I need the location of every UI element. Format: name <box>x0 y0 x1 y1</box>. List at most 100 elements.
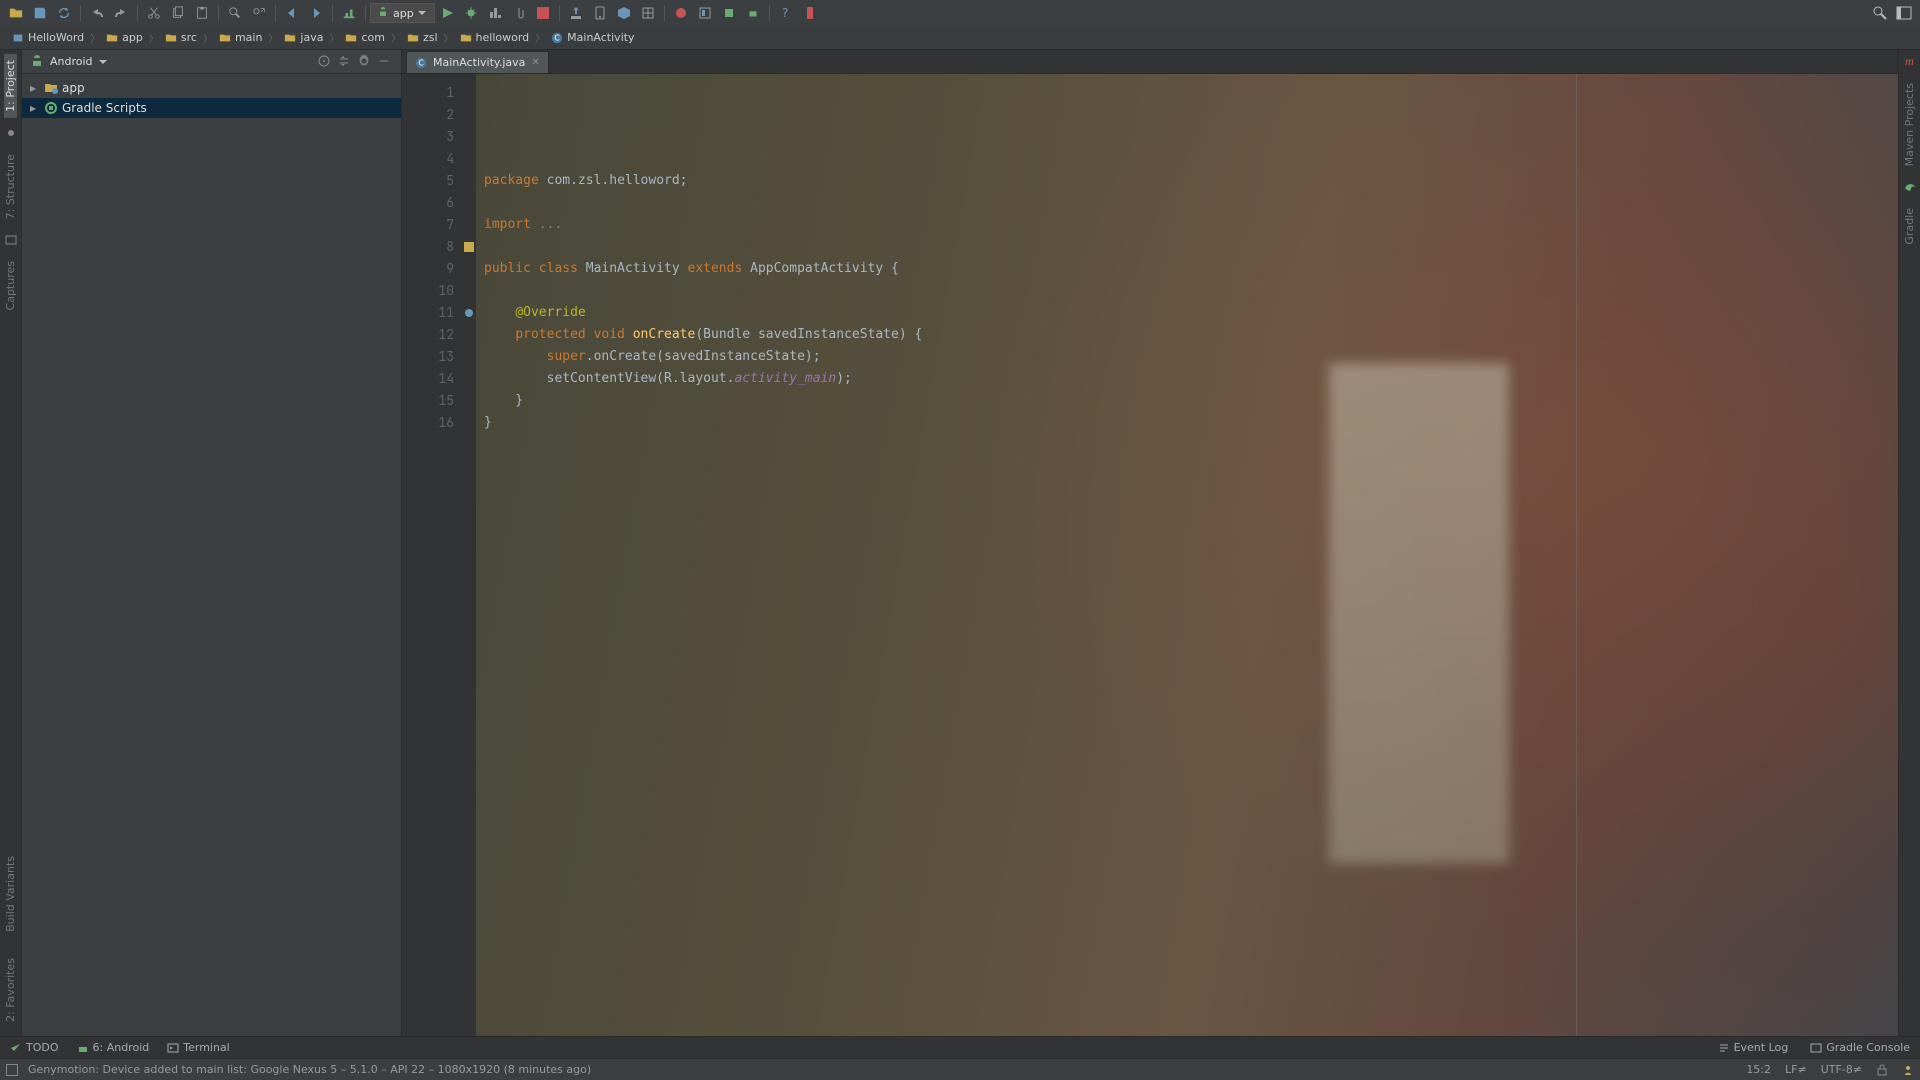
tool-captures-tab[interactable]: Captures <box>4 255 17 316</box>
bottom-tool-bar: TODO 6: Android Terminal Event Log Gradl… <box>0 1036 1920 1058</box>
breadcrumb-item[interactable]: com <box>339 31 391 44</box>
lock-icon[interactable] <box>1876 1064 1888 1076</box>
back-icon[interactable] <box>282 3 302 23</box>
find-icon[interactable] <box>225 3 245 23</box>
editor-area: C MainActivity.java ✕ 123456789101112131… <box>402 50 1898 1036</box>
breadcrumb-item[interactable]: app <box>100 31 149 44</box>
breadcrumb-item[interactable]: src <box>159 31 203 44</box>
attach-icon[interactable] <box>509 3 529 23</box>
project-panel-header: Android <box>22 50 401 74</box>
run-icon[interactable] <box>437 3 457 23</box>
layout-icon[interactable] <box>695 3 715 23</box>
gradleconsole-icon <box>1810 1042 1822 1054</box>
run-config-combo[interactable]: app <box>370 3 435 23</box>
tool-buildvariants-tab[interactable]: Build Variants <box>4 850 17 938</box>
search-everywhere-icon[interactable] <box>1870 3 1890 23</box>
breadcrumb-item[interactable]: CMainActivity <box>545 31 640 44</box>
copy-icon[interactable] <box>168 3 188 23</box>
sync-icon[interactable] <box>54 3 74 23</box>
editor-gutter-marks <box>462 74 476 1036</box>
todo-icon <box>10 1042 22 1054</box>
run-config-label: app <box>393 7 414 20</box>
debug-icon[interactable] <box>461 3 481 23</box>
tool-project-tab[interactable]: 1: Project <box>4 54 17 118</box>
open-icon[interactable] <box>6 3 26 23</box>
structure-decor-icon <box>4 126 18 140</box>
project-tree[interactable]: ▸app▸Gradle Scripts <box>22 74 401 1036</box>
line-number: 16 <box>402 412 454 434</box>
panel-toggle-icon[interactable] <box>1894 3 1914 23</box>
breadcrumb-item[interactable]: zsl <box>401 31 444 44</box>
editor-tab-label: MainActivity.java <box>433 56 525 69</box>
line-number: 15 <box>402 390 454 412</box>
save-icon[interactable] <box>30 3 50 23</box>
line-number: 8 <box>402 236 454 258</box>
tool-structure-tab[interactable]: 7: Structure <box>4 148 17 225</box>
device-icon[interactable] <box>800 3 820 23</box>
breadcrumb-item[interactable]: helloword <box>454 31 536 44</box>
help-icon[interactable]: ? <box>776 3 796 23</box>
tool-todo-tab[interactable]: TODO <box>6 1041 63 1054</box>
java-class-icon: C <box>415 57 427 69</box>
ddm-icon[interactable] <box>638 3 658 23</box>
cut-icon[interactable] <box>144 3 164 23</box>
collapse-all-icon[interactable] <box>337 54 353 70</box>
tool-eventlog-tab[interactable]: Event Log <box>1714 1041 1793 1054</box>
stop-icon[interactable] <box>533 3 553 23</box>
forward-icon[interactable] <box>306 3 326 23</box>
line-number: 5 <box>402 170 454 192</box>
close-icon[interactable]: ✕ <box>531 57 539 68</box>
tool-gradle-tab[interactable]: Gradle <box>1903 202 1916 251</box>
file-encoding[interactable]: UTF-8≠ <box>1821 1063 1862 1076</box>
scroll-to-source-icon[interactable] <box>317 54 333 70</box>
code-editor[interactable]: 12345678910111213141516 package com.zsl.… <box>402 74 1898 1036</box>
redo-icon[interactable] <box>111 3 131 23</box>
breadcrumb-bar: HelloWord〉app〉src〉main〉java〉com〉zsl〉hell… <box>0 26 1920 50</box>
caret-position[interactable]: 15:2 <box>1746 1063 1771 1076</box>
disclosure-icon[interactable]: ▸ <box>30 101 40 115</box>
line-number: 6 <box>402 192 454 214</box>
line-number: 2 <box>402 104 454 126</box>
hector-icon[interactable] <box>1902 1064 1914 1076</box>
svg-text:C: C <box>555 33 560 42</box>
sdk-icon[interactable] <box>614 3 634 23</box>
class-gutter-icon <box>463 241 475 253</box>
line-separator[interactable]: LF≠ <box>1785 1063 1807 1076</box>
sync-gradle-icon[interactable] <box>566 3 586 23</box>
theme-icon[interactable] <box>719 3 739 23</box>
status-toggle-icon[interactable] <box>6 1064 18 1076</box>
hide-icon[interactable] <box>377 54 393 70</box>
build-icon[interactable] <box>339 3 359 23</box>
project-panel: Android ▸app▸Gradle Scripts <box>22 50 402 1036</box>
tool-gradleconsole-tab[interactable]: Gradle Console <box>1806 1041 1914 1054</box>
breadcrumb-item[interactable]: java <box>278 31 329 44</box>
avd-icon[interactable] <box>590 3 610 23</box>
android-icon <box>377 7 389 19</box>
paste-icon[interactable] <box>192 3 212 23</box>
line-number: 10 <box>402 280 454 302</box>
android-icon <box>30 55 44 69</box>
tool-terminal-tab[interactable]: Terminal <box>163 1041 234 1054</box>
terminal-icon <box>167 1042 179 1054</box>
editor-tab[interactable]: C MainActivity.java ✕ <box>406 51 549 73</box>
breadcrumb-item[interactable]: HelloWord <box>6 31 90 44</box>
profile-icon[interactable] <box>485 3 505 23</box>
line-number: 13 <box>402 346 454 368</box>
disclosure-icon[interactable]: ▸ <box>30 81 40 95</box>
undo-icon[interactable] <box>87 3 107 23</box>
breadcrumb-item[interactable]: main <box>213 31 268 44</box>
genymotion-icon[interactable] <box>671 3 691 23</box>
adb-icon[interactable] <box>743 3 763 23</box>
tool-maven-tab[interactable]: Maven Projects <box>1903 77 1916 172</box>
gear-icon[interactable] <box>357 54 373 70</box>
project-mode-label[interactable]: Android <box>50 55 93 68</box>
tree-item[interactable]: ▸Gradle Scripts <box>22 98 401 118</box>
line-number: 9 <box>402 258 454 280</box>
tree-item[interactable]: ▸app <box>22 78 401 98</box>
replace-icon[interactable] <box>249 3 269 23</box>
tool-favorites-tab[interactable]: 2: Favorites <box>4 952 17 1028</box>
tool-android-tab[interactable]: 6: Android <box>73 1041 154 1054</box>
editor-gutter: 12345678910111213141516 <box>402 74 462 1036</box>
android-icon <box>77 1042 89 1054</box>
override-gutter-icon <box>464 308 474 318</box>
